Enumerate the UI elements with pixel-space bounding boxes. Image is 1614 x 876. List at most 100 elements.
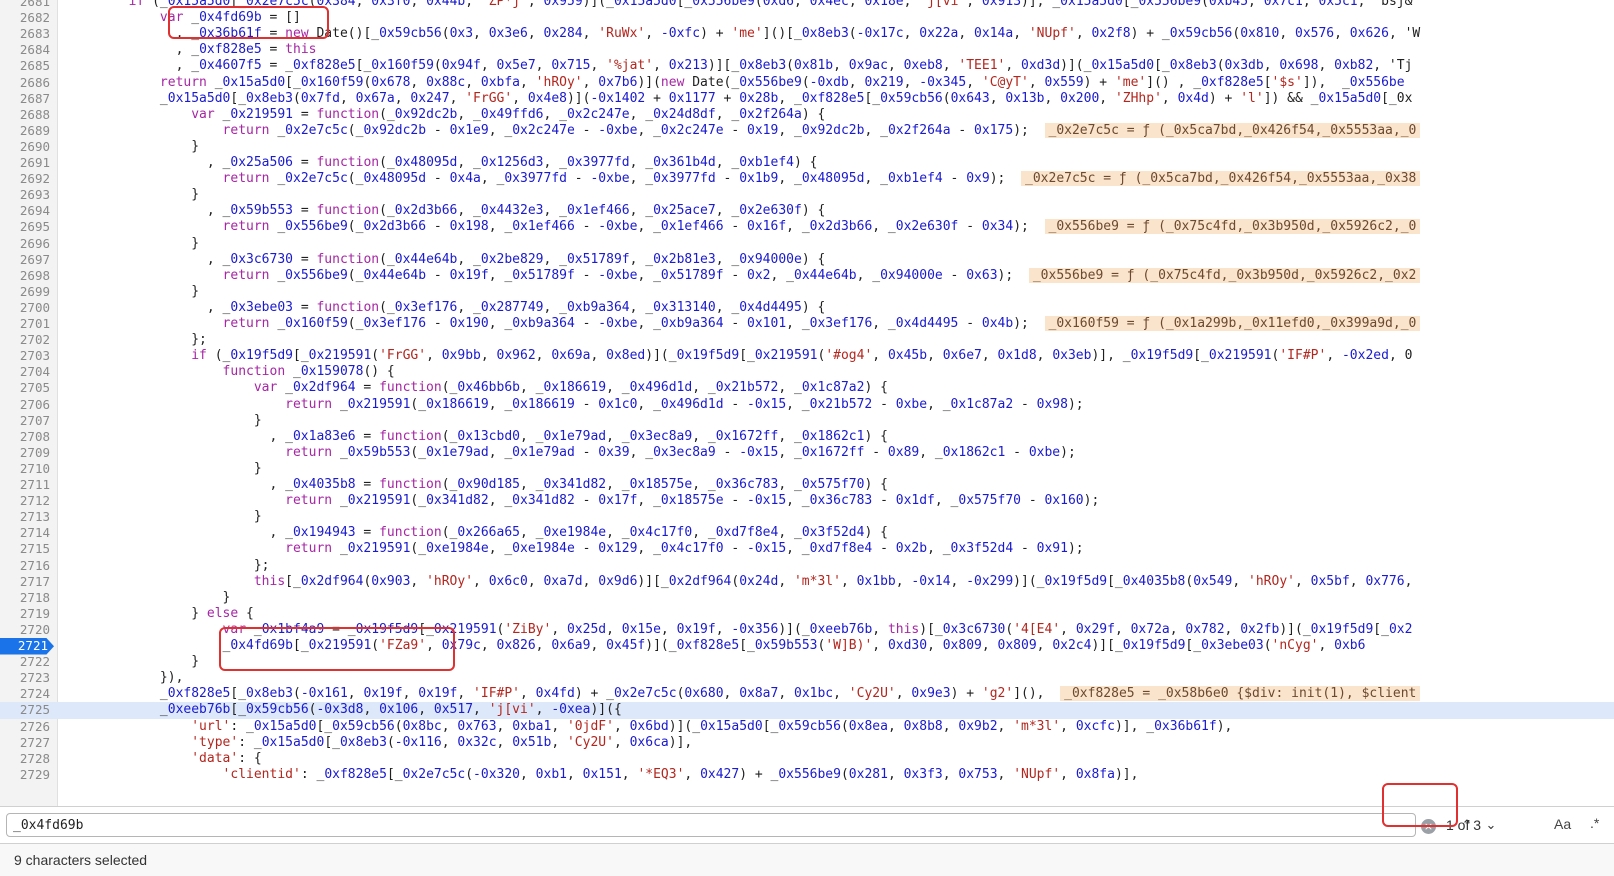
line-number[interactable]: 2689 xyxy=(0,123,50,140)
line-number[interactable]: 2718 xyxy=(0,590,50,607)
line-number[interactable]: 2686 xyxy=(0,75,50,92)
code-line[interactable]: 2713 } xyxy=(0,509,1614,526)
line-number[interactable]: 2706 xyxy=(0,397,50,414)
code-line[interactable]: 2702 }; xyxy=(0,332,1614,349)
code-line[interactable]: 2711 , _0x4035b8 = function(_0x90d185, _… xyxy=(0,477,1614,494)
line-number[interactable]: 2695 xyxy=(0,219,50,236)
code-line[interactable]: 2700 , _0x3ebe03 = function(_0x3ef176, _… xyxy=(0,300,1614,317)
regex-button[interactable]: .* xyxy=(1590,815,1599,831)
code-line[interactable]: 2717 this[_0x2df964(0x903, 'hROy', 0x6c0… xyxy=(0,574,1614,591)
line-number[interactable]: 2715 xyxy=(0,541,50,558)
line-number[interactable]: 2691 xyxy=(0,155,50,172)
line-number[interactable]: 2711 xyxy=(0,477,50,494)
code-line[interactable]: 2710 } xyxy=(0,461,1614,478)
code-line[interactable]: 2699 } xyxy=(0,284,1614,301)
line-number[interactable]: 2728 xyxy=(0,751,50,768)
line-number[interactable]: 2713 xyxy=(0,509,50,526)
line-number[interactable]: 2704 xyxy=(0,364,50,381)
code-line[interactable]: 2704 function _0x159078() { xyxy=(0,364,1614,381)
line-number[interactable]: 2696 xyxy=(0,236,50,253)
code-line[interactable]: 2687 _0x15a5d0[_0x8eb3(0x7fd, 0x67a, 0x2… xyxy=(0,91,1614,108)
line-number[interactable]: 2707 xyxy=(0,413,50,430)
code-line[interactable]: 2691 , _0x25a506 = function(_0x48095d, _… xyxy=(0,155,1614,172)
line-number[interactable]: 2690 xyxy=(0,139,50,156)
code-line[interactable]: 2694 , _0x59b553 = function(_0x2d3b66, _… xyxy=(0,203,1614,220)
search-input[interactable] xyxy=(6,813,1416,837)
match-case-button[interactable]: Aa xyxy=(1554,816,1571,832)
line-number[interactable]: 2702 xyxy=(0,332,50,349)
code-line[interactable]: 2716 }; xyxy=(0,558,1614,575)
line-number[interactable]: 2685 xyxy=(0,58,50,75)
code-line[interactable]: 2706 return _0x219591(_0x186619, _0x1866… xyxy=(0,397,1614,414)
next-match-button[interactable]: ⌄ xyxy=(1480,815,1502,837)
code-line[interactable]: 2685 , _0x4607f5 = _0xf828e5[_0x160f59(0… xyxy=(0,58,1614,75)
line-number[interactable]: 2729 xyxy=(0,767,50,784)
line-number[interactable]: 2692 xyxy=(0,171,50,188)
code-line[interactable]: 2703 if (_0x19f5d9[_0x219591('FrGG', 0x9… xyxy=(0,348,1614,365)
line-number[interactable]: 2682 xyxy=(0,10,50,27)
line-number[interactable]: 2712 xyxy=(0,493,50,510)
code-line[interactable]: 2728 'data': { xyxy=(0,751,1614,768)
code-line[interactable]: 2724 _0xf828e5[_0x8eb3(-0x161, 0x19f, 0x… xyxy=(0,686,1614,703)
code-line[interactable]: 2693 } xyxy=(0,187,1614,204)
line-number[interactable]: 2681 xyxy=(0,0,50,11)
line-number[interactable]: 2687 xyxy=(0,91,50,108)
code-line[interactable]: 2684 , _0xf828e5 = this xyxy=(0,42,1614,59)
code-line[interactable]: 2697 , _0x3c6730 = function(_0x44e64b, _… xyxy=(0,252,1614,269)
previous-match-button[interactable]: ⌃ xyxy=(1456,815,1478,837)
line-number[interactable]: 2709 xyxy=(0,445,50,462)
line-number[interactable]: 2703 xyxy=(0,348,50,365)
line-number[interactable]: 2710 xyxy=(0,461,50,478)
code-line[interactable]: 2719 } else { xyxy=(0,606,1614,623)
line-number[interactable]: 2714 xyxy=(0,525,50,542)
code-line[interactable]: 2698 return _0x556be9(_0x44e64b - 0x19f,… xyxy=(0,267,1614,285)
line-number[interactable]: 2699 xyxy=(0,284,50,301)
line-number[interactable]: 2701 xyxy=(0,316,50,333)
code-editor[interactable]: 2681 if (_0x15a5d0[_0x2e7c5c(0x384, 0x3f… xyxy=(0,0,1614,806)
line-number[interactable]: 2684 xyxy=(0,42,50,59)
line-number[interactable]: 2694 xyxy=(0,203,50,220)
code-line[interactable]: 2726 'url': _0x15a5d0[_0x59cb56(0x8bc, 0… xyxy=(0,719,1614,736)
line-number[interactable]: 2693 xyxy=(0,187,50,204)
code-line[interactable]: 2686 return _0x15a5d0[_0x160f59(0x678, 0… xyxy=(0,75,1614,92)
code-line[interactable]: 2714 , _0x194943 = function(_0x266a65, _… xyxy=(0,525,1614,542)
code-line[interactable]: 2695 return _0x556be9(_0x2d3b66 - 0x198,… xyxy=(0,219,1614,236)
code-line[interactable]: 2718 } xyxy=(0,590,1614,607)
line-number[interactable]: 2717 xyxy=(0,574,50,591)
line-number[interactable]: 2719 xyxy=(0,606,50,623)
code-line[interactable]: 2712 return _0x219591(_0x341d82, _0x341d… xyxy=(0,493,1614,510)
line-number[interactable]: 2708 xyxy=(0,429,50,446)
code-line[interactable]: 2723 }), xyxy=(0,670,1614,687)
code-line[interactable]: 2727 'type': _0x15a5d0[_0x8eb3(-0x116, 0… xyxy=(0,735,1614,752)
line-number[interactable]: 2683 xyxy=(0,26,50,43)
line-number[interactable]: 2698 xyxy=(0,268,50,285)
code-line[interactable]: 2692 return _0x2e7c5c(_0x48095d - 0x4a, … xyxy=(0,171,1614,188)
code-line[interactable]: 2708 , _0x1a83e6 = function(_0x13cbd0, _… xyxy=(0,429,1614,446)
code-line[interactable]: 2690 } xyxy=(0,139,1614,156)
line-number[interactable]: 2722 xyxy=(0,654,50,671)
code-line[interactable]: 2689 return _0x2e7c5c(_0x92dc2b - 0x1e9,… xyxy=(0,122,1614,140)
line-number[interactable]: 2716 xyxy=(0,558,50,575)
line-number[interactable]: 2697 xyxy=(0,252,50,269)
line-number[interactable]: 2727 xyxy=(0,735,50,752)
line-number[interactable]: 2725 xyxy=(0,702,50,719)
line-number[interactable]: 2700 xyxy=(0,300,50,317)
code-text: } else { xyxy=(66,605,254,621)
code-line[interactable]: 2709 return _0x59b553(_0x1e79ad, _0x1e79… xyxy=(0,445,1614,462)
code-text: this[_0x2df964(0x903, 'hROy', 0x6c0, 0xa… xyxy=(253,573,1413,589)
code-line[interactable]: 2701 return _0x160f59(_0x3ef176 - 0x190,… xyxy=(0,316,1614,333)
code-line[interactable]: 2688 var _0x219591 = function(_0x92dc2b,… xyxy=(0,107,1614,124)
line-number[interactable]: 2724 xyxy=(0,686,50,703)
line-number[interactable]: 2726 xyxy=(0,719,50,736)
line-number[interactable]: 2688 xyxy=(0,107,50,124)
line-number[interactable]: 2705 xyxy=(0,380,50,397)
line-number[interactable]: 2720 xyxy=(0,622,50,639)
code-line[interactable]: 2729 'clientid': _0xf828e5[_0x2e7c5c(-0x… xyxy=(0,767,1614,784)
code-line[interactable]: 2725 _0xeeb76b[_0x59cb56(-0x3d8, 0x106, … xyxy=(0,702,1614,719)
code-line[interactable]: 2715 return _0x219591(_0xe1984e, _0xe198… xyxy=(0,541,1614,558)
code-line[interactable]: 2705 var _0x2df964 = function(_0x46bb6b,… xyxy=(0,380,1614,397)
line-number[interactable]: 2723 xyxy=(0,670,50,687)
code-line[interactable]: 2696 } xyxy=(0,236,1614,253)
line-number[interactable]: 2721 xyxy=(0,638,54,655)
code-line[interactable]: 2707 } xyxy=(0,413,1614,430)
